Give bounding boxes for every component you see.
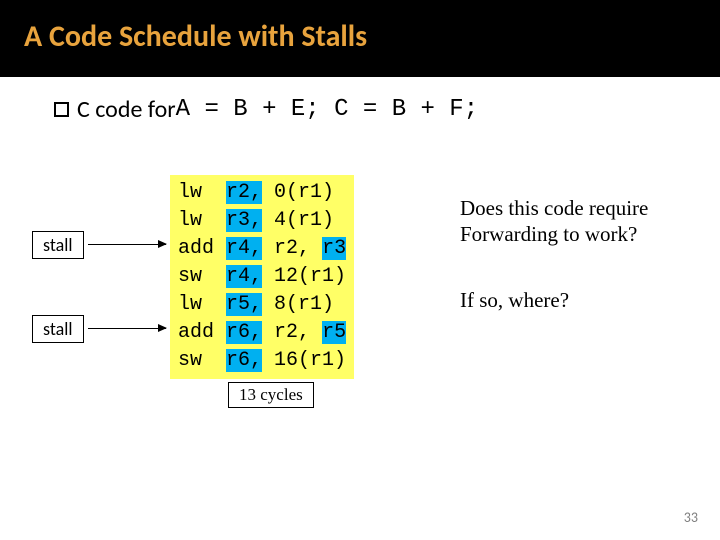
code-line: sw r4, 12(r1) <box>178 265 346 288</box>
note-line: Does this code require <box>460 196 648 220</box>
code-line: lw r5, 8(r1) <box>178 293 334 316</box>
code-line: add r6, r2, r5 <box>178 321 346 344</box>
cycles-label: 13 cycles <box>228 382 314 408</box>
code-block: lw r2, 0(r1) lw r3, 4(r1) add r4, r2, r3… <box>170 175 354 379</box>
page-number: 33 <box>684 509 698 526</box>
code-line: lw r3, 4(r1) <box>178 209 334 232</box>
slide-title: A Code Schedule with Stalls <box>24 18 696 55</box>
code-line: sw r6, 16(r1) <box>178 349 346 372</box>
stall-label-2: stall <box>32 315 84 343</box>
bullet-prefix: C code for <box>77 95 176 124</box>
stall-label-1: stall <box>32 231 84 259</box>
arrow-icon <box>88 244 166 245</box>
bullet-expression: A = B + E; C = B + F; <box>176 96 478 123</box>
bullet-line: C code for A = B + E; C = B + F; <box>54 95 720 124</box>
note-line: Forwarding to work? <box>460 222 637 246</box>
note-where: If so, where? <box>460 287 569 313</box>
content-area: C code for A = B + E; C = B + F; stall s… <box>0 77 720 124</box>
title-bar: A Code Schedule with Stalls <box>0 0 720 77</box>
arrow-icon <box>88 328 166 329</box>
code-line: lw r2, 0(r1) <box>178 181 334 204</box>
note-forwarding: Does this code require Forwarding to wor… <box>460 195 648 248</box>
bullet-square-icon <box>54 102 69 117</box>
code-line: add r4, r2, r3 <box>178 237 346 260</box>
